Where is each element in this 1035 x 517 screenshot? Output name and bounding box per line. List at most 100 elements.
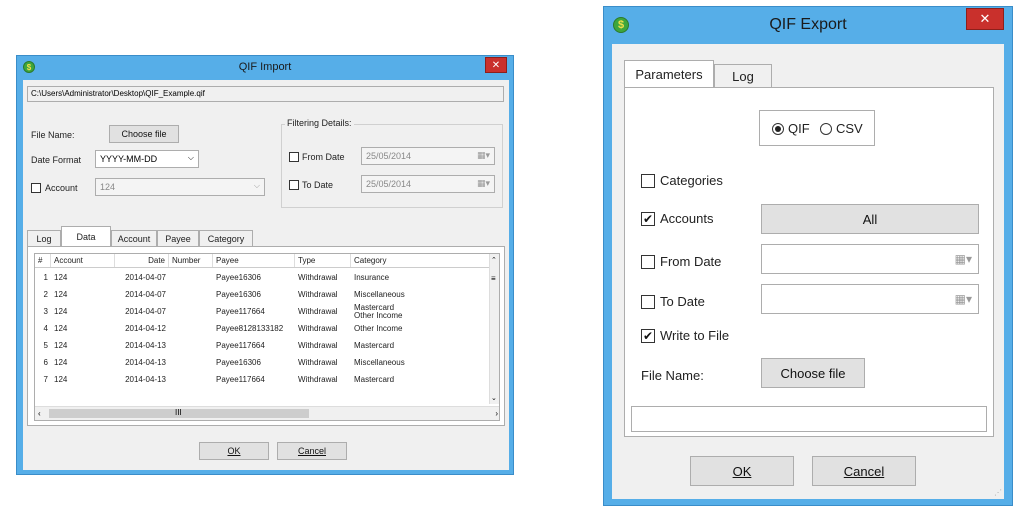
accounts-all-button[interactable]: All xyxy=(761,204,979,234)
table-cell-account: 124 xyxy=(54,358,68,367)
export-output-field[interactable] xyxy=(631,406,987,432)
accounts-checkbox[interactable]: ✔ xyxy=(641,212,655,226)
export-from-date-checkbox[interactable] xyxy=(641,255,655,269)
table-cell-n: 4 xyxy=(43,324,48,333)
scroll-left-icon[interactable]: ‹ xyxy=(38,409,41,418)
export-tab-parameters[interactable]: Parameters xyxy=(624,60,714,88)
col-header-account[interactable]: Account xyxy=(51,254,115,267)
calendar-icon: ▦▾ xyxy=(476,150,490,160)
table-cell-number xyxy=(169,338,213,354)
import-ok-button[interactable]: OK xyxy=(199,442,269,460)
table-cell-number xyxy=(169,355,213,371)
export-choose-file-button[interactable]: Choose file xyxy=(761,358,865,388)
write-to-file-label: Write to File xyxy=(660,328,730,343)
table-row[interactable]: 3 124 2014-04-07 Payee117664 Withdrawal Maste… xyxy=(35,304,491,320)
table-cell-type: Withdrawal xyxy=(298,324,338,333)
import-title: QIF Import xyxy=(238,61,292,73)
write-to-file-checkbox[interactable]: ✔ xyxy=(641,329,655,343)
accounts-label: Accounts xyxy=(660,211,714,226)
table-cell-type: Withdrawal xyxy=(298,307,338,316)
import-to-date-checkbox[interactable] xyxy=(289,180,299,190)
grid-horizontal-scrollbar[interactable]: ‹ III › xyxy=(35,406,499,420)
table-cell-n: 1 xyxy=(43,273,48,282)
table-cell-category: Other Income xyxy=(354,324,403,333)
scroll-down-icon[interactable]: ⌄ xyxy=(491,394,497,402)
import-from-date-picker[interactable]: 25/05/2014 ▦▾ xyxy=(361,147,495,165)
csv-radio[interactable] xyxy=(820,123,832,135)
import-tab-payee[interactable]: Payee xyxy=(157,230,199,246)
export-close-button[interactable]: ✕ xyxy=(966,8,1004,30)
table-cell-type: Withdrawal xyxy=(298,358,338,367)
grid-header: # Account Date Number Payee Type Categor… xyxy=(35,254,491,268)
table-row[interactable]: 5 124 2014-04-13 Payee117664 Withdrawal Maste… xyxy=(35,338,491,354)
import-tab-log[interactable]: Log xyxy=(27,230,61,246)
table-cell-number xyxy=(169,304,213,320)
table-row[interactable]: 2 124 2014-04-07 Payee16306 Withdrawal Miscel… xyxy=(35,287,491,303)
filtering-group xyxy=(281,124,503,208)
category-line: Other Income xyxy=(354,311,403,320)
account-label: Account xyxy=(45,183,78,193)
table-cell-category: Miscellaneous xyxy=(354,290,405,299)
import-to-date-label: To Date xyxy=(302,180,334,190)
import-cancel-button[interactable]: Cancel xyxy=(277,442,347,460)
table-row[interactable]: 7 124 2014-04-13 Payee117664 Withdrawal Maste… xyxy=(35,372,491,388)
col-header-payee[interactable]: Payee xyxy=(213,254,295,267)
col-header-number-sign[interactable]: # xyxy=(35,254,51,267)
export-tab-panel: QIF CSV Categories ✔ Accounts All From D… xyxy=(624,87,994,437)
table-cell-category: Insurance xyxy=(354,273,390,282)
table-cell-number xyxy=(169,287,213,303)
table-cell-number xyxy=(169,372,213,388)
filtering-label: Filtering Details: xyxy=(285,118,354,128)
scroll-right-icon[interactable]: › xyxy=(495,409,498,418)
export-file-name-label: File Name: xyxy=(641,368,704,383)
import-tab-account[interactable]: Account xyxy=(111,230,157,246)
table-cell-type: Withdrawal xyxy=(298,341,338,350)
table-cell-category: Mastercard Other Income xyxy=(351,304,491,320)
col-header-date[interactable]: Date xyxy=(115,254,169,267)
col-header-category[interactable]: Category xyxy=(351,254,491,267)
resize-grip-icon[interactable]: ⋰ xyxy=(994,488,1002,497)
col-header-number[interactable]: Number xyxy=(169,254,213,267)
import-from-date-label: From Date xyxy=(302,152,345,162)
scroll-grip-icon[interactable]: ≡ xyxy=(491,274,496,283)
table-cell-account: 124 xyxy=(54,273,68,282)
table-cell-n: 6 xyxy=(43,358,48,367)
import-path-field: C:\Users\Administrator\Desktop\QIF_Examp… xyxy=(27,86,504,102)
export-tab-log[interactable]: Log xyxy=(714,64,772,88)
table-cell-date: 2014-04-13 xyxy=(125,358,166,367)
categories-checkbox[interactable] xyxy=(641,174,655,188)
table-row[interactable]: 6 124 2014-04-13 Payee16306 Withdrawal Miscel… xyxy=(35,355,491,371)
import-tab-panel: # Account Date Number Payee Type Categor… xyxy=(27,246,505,426)
import-choose-file-button[interactable]: Choose file xyxy=(109,125,179,143)
table-row[interactable]: 4 124 2014-04-12 Payee8128133182 Withdrawal O… xyxy=(35,321,491,337)
export-cancel-button[interactable]: Cancel xyxy=(812,456,916,486)
import-tab-data[interactable]: Data xyxy=(61,226,111,247)
export-titlebar: $ QIF Export ✕ xyxy=(604,7,1012,43)
export-from-date-label: From Date xyxy=(660,254,722,269)
table-cell-date: 2014-04-07 xyxy=(125,273,166,282)
import-tab-category[interactable]: Category xyxy=(199,230,253,246)
export-to-date-checkbox[interactable] xyxy=(641,295,655,309)
account-checkbox[interactable] xyxy=(31,183,41,193)
calendar-icon: ▦▾ xyxy=(476,178,490,188)
account-select[interactable]: 124 ⌵ xyxy=(95,178,265,196)
table-cell-payee: Payee117664 xyxy=(216,375,265,384)
export-ok-button[interactable]: OK xyxy=(690,456,794,486)
grid-vertical-scrollbar[interactable]: ⌃ ≡ ⌄ xyxy=(489,254,499,404)
qif-radio[interactable] xyxy=(772,123,784,135)
col-header-type[interactable]: Type xyxy=(295,254,351,267)
table-cell-payee: Payee117664 xyxy=(216,307,265,316)
data-grid: # Account Date Number Payee Type Categor… xyxy=(34,253,500,421)
table-cell-category: Mastercard xyxy=(354,341,395,350)
export-from-date-picker[interactable]: ▦▾ xyxy=(761,244,979,274)
import-from-date-checkbox[interactable] xyxy=(289,152,299,162)
date-format-select[interactable]: YYYY-MM-DD ⌵ xyxy=(95,150,199,168)
scroll-up-icon[interactable]: ⌃ xyxy=(491,256,497,264)
import-client: C:\Users\Administrator\Desktop\QIF_Examp… xyxy=(23,80,509,470)
table-row[interactable]: 1 124 2014-04-07 Payee16306 Withdrawal Insura… xyxy=(35,270,491,286)
export-to-date-picker[interactable]: ▦▾ xyxy=(761,284,979,314)
table-cell-account: 124 xyxy=(54,307,68,316)
import-close-button[interactable]: ✕ xyxy=(485,57,507,73)
import-to-date-picker[interactable]: 25/05/2014 ▦▾ xyxy=(361,175,495,193)
date-format-label: Date Format xyxy=(31,155,82,165)
